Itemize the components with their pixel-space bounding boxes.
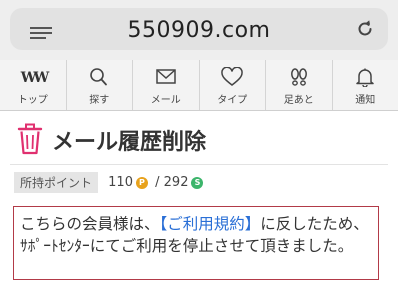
s-coin-icon: S [191, 176, 204, 189]
trash-icon [17, 123, 43, 155]
p-points-value: 110 [108, 175, 133, 190]
reload-icon[interactable] [354, 18, 376, 40]
nav-item-mail[interactable]: メール [133, 60, 200, 110]
search-icon [90, 68, 108, 86]
nav-item-label: トップ [17, 95, 48, 106]
nav-item-label: 足あと [283, 95, 314, 106]
terms-of-use-link[interactable]: 【ご利用規約】 [160, 215, 261, 233]
heart-icon [221, 67, 244, 86]
points-label: 所持ポイント [14, 172, 99, 193]
nav-item-top[interactable]: WW トップ [0, 60, 67, 110]
ww-logo-icon: WW [20, 70, 50, 86]
nav-item-label: 探す [89, 95, 110, 106]
footprints-icon [290, 68, 307, 86]
menu-lines-icon[interactable] [30, 27, 52, 41]
nav-item-label: メール [150, 95, 181, 106]
page-title: メール履歴削除 [52, 129, 207, 154]
browser-toolbar: 550909.com [0, 0, 398, 60]
points-separator: / [155, 175, 160, 190]
bell-icon [356, 68, 374, 87]
main-nav: WW トップ 探す メール タイプ 足あと 通知 [0, 60, 398, 111]
nav-item-footprints[interactable]: 足あと [266, 60, 333, 110]
account-suspended-notice: こちらの会員様は、【ご利用規約】に反したため、ｻﾎﾟｰﾄｾﾝﾀｰにてご利用を停止… [13, 206, 379, 280]
mail-icon [156, 69, 176, 84]
nav-item-search[interactable]: 探す [67, 60, 133, 110]
p-coin-icon: P [135, 176, 148, 189]
nav-item-type[interactable]: タイプ [200, 60, 266, 110]
url-text[interactable]: 550909.com [70, 18, 328, 43]
divider [10, 164, 388, 165]
notice-text-before: こちらの会員様は、 [20, 215, 160, 233]
address-bar[interactable]: 550909.com [10, 8, 388, 50]
points-balance: 所持ポイント 110 P / 292 S [14, 172, 206, 194]
s-points-value: 292 [163, 175, 189, 190]
page-header: メール履歴削除 [0, 116, 398, 164]
nav-item-label: タイプ [217, 95, 248, 106]
nav-item-label: 通知 [355, 95, 376, 106]
nav-item-notifications[interactable]: 通知 [333, 60, 398, 110]
